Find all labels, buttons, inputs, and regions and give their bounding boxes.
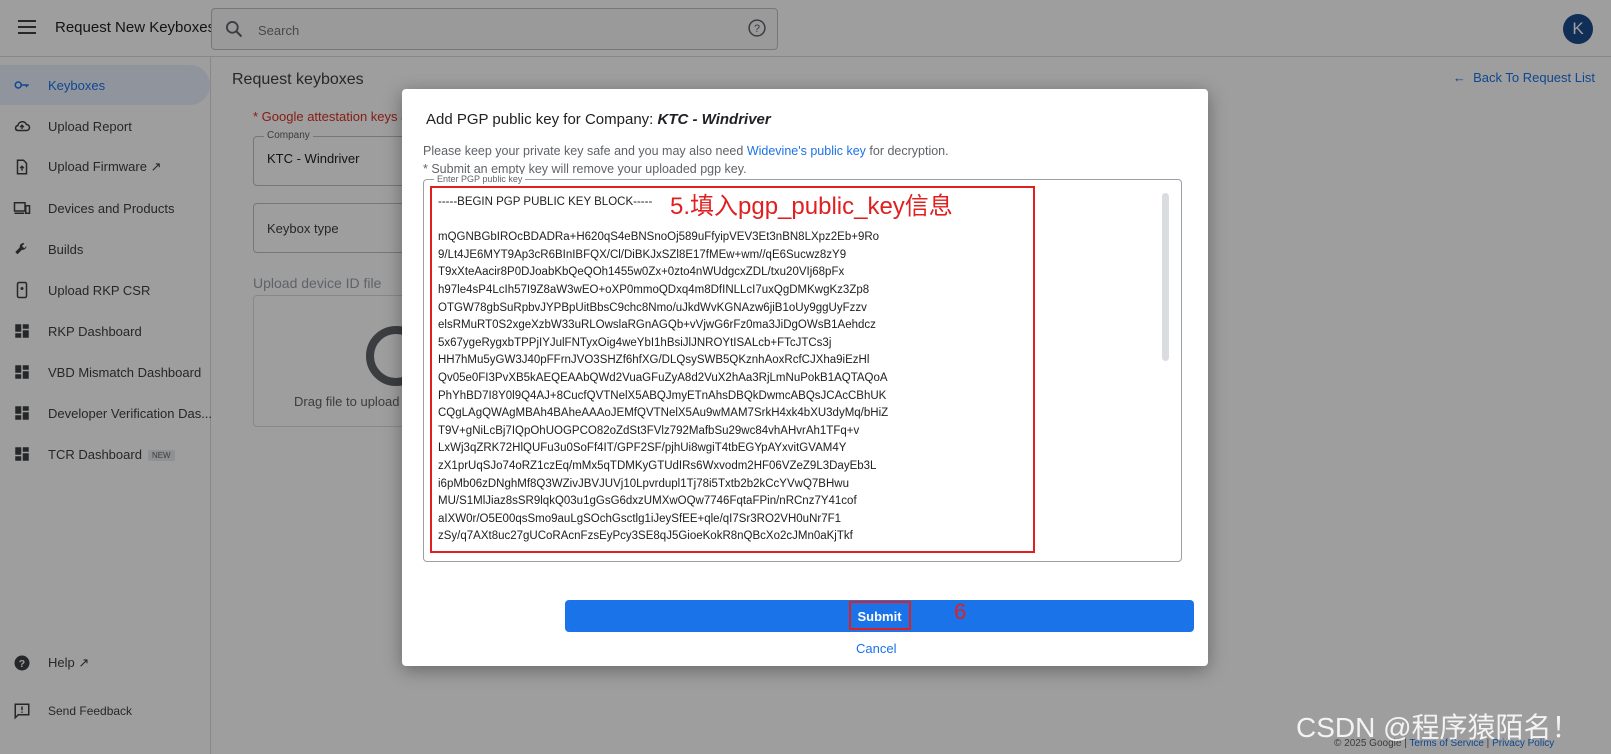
dialog-company: KTC - Windriver: [657, 111, 771, 128]
annotation-box-key: [430, 186, 1035, 553]
pgp-key-label: Enter PGP public key: [434, 174, 526, 184]
cancel-button[interactable]: Cancel: [856, 641, 896, 656]
dialog-title-prefix: Add PGP public key for Company:: [426, 111, 658, 128]
textarea-scrollbar[interactable]: [1162, 193, 1169, 361]
submit-label: Submit: [857, 608, 902, 624]
pgp-key-dialog: Add PGP public key for Company: KTC - Wi…: [402, 89, 1208, 666]
watermark: CSDN @程序猿陌名！: [1296, 712, 1580, 743]
info-text-pre: Please keep your private key safe and yo…: [423, 144, 747, 158]
dialog-title: Add PGP public key for Company: KTC - Wi…: [426, 111, 771, 128]
annotation-step-5: 5.填入pgp_public_key信息: [670, 193, 953, 220]
annotation-step-6: 6: [954, 599, 967, 624]
info-text-post: for decryption.: [865, 144, 949, 158]
widevine-public-key-link[interactable]: Widevine's public key: [747, 144, 866, 158]
dialog-info: Please keep your private key safe and yo…: [423, 144, 949, 158]
